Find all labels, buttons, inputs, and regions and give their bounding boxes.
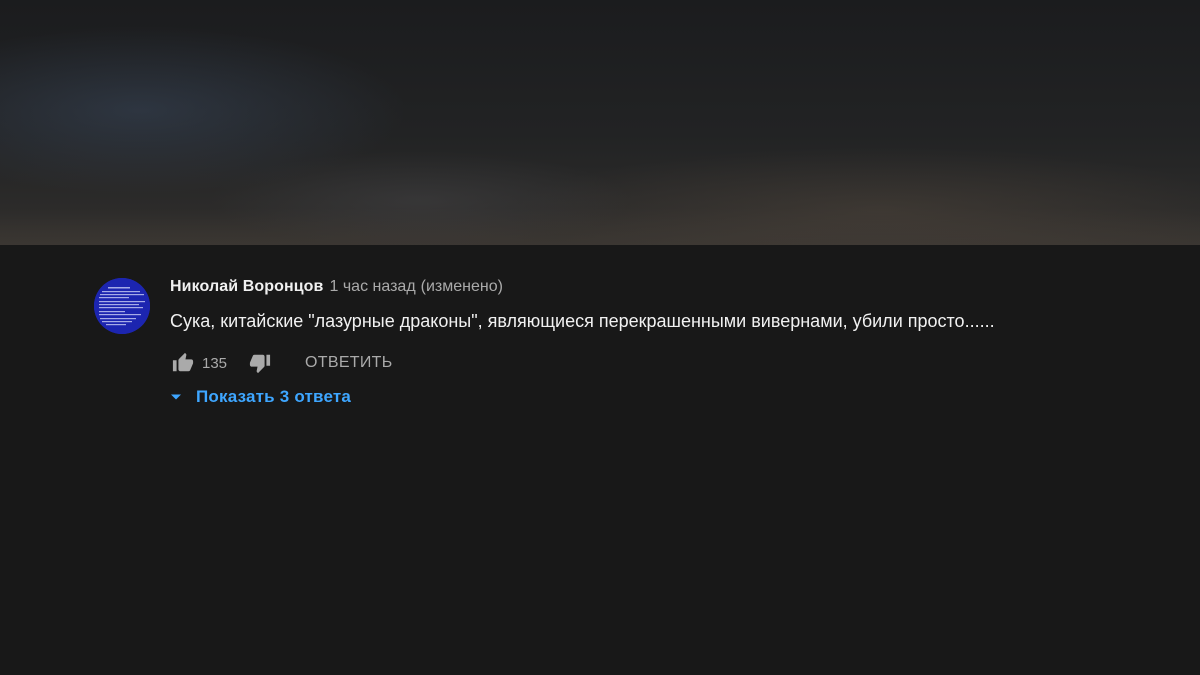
like-count: 135 — [202, 354, 228, 372]
comment-header: Николай Воронцов 1 час назад (изменено) — [170, 278, 1154, 300]
like-button[interactable] — [170, 350, 196, 376]
bsod-avatar-icon — [94, 278, 150, 334]
caret-down-icon — [166, 387, 186, 407]
thumb-up-icon — [172, 352, 194, 372]
show-replies-button[interactable]: Показать 3 ответа — [166, 387, 1154, 407]
dislike-button[interactable] — [247, 350, 273, 376]
page: Николай Воронцов 1 час назад (изменено) … — [0, 0, 1200, 675]
author-name[interactable]: Николай Воронцов — [170, 278, 324, 296]
video-player-preview[interactable] — [0, 0, 1200, 245]
thumb-down-icon — [249, 354, 271, 374]
edited-label: (изменено) — [420, 278, 503, 295]
author-avatar[interactable] — [94, 278, 150, 334]
comment-thread: Николай Воронцов 1 час назад (изменено) … — [94, 278, 1154, 407]
comment-actions: 135 ОТВЕТИТЬ — [170, 350, 1154, 376]
comment-text: Сука, китайские "лазурные драконы", явля… — [170, 311, 995, 331]
reply-button[interactable]: ОТВЕТИТЬ — [305, 354, 393, 372]
show-replies-label: Показать 3 ответа — [196, 387, 352, 406]
comment-timestamp[interactable]: 1 час назад — [330, 278, 416, 296]
comment-body: Николай Воронцов 1 час назад (изменено) … — [170, 278, 1154, 407]
